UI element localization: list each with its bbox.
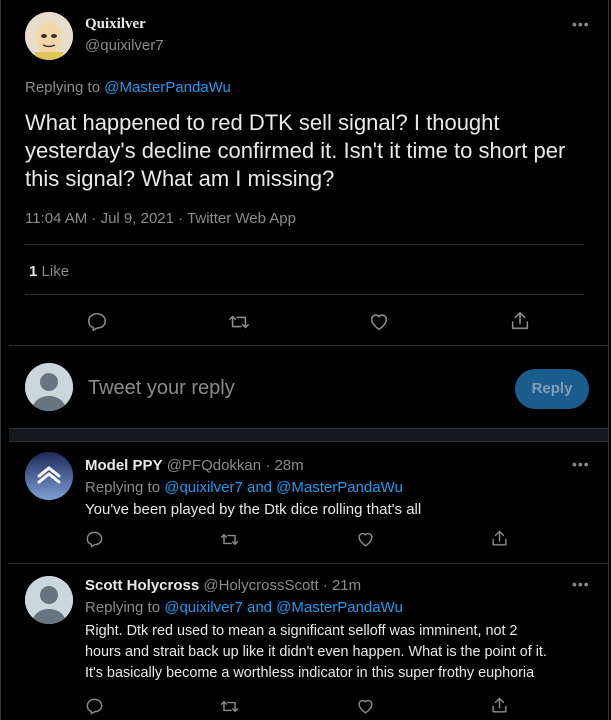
reply-header: Scott Holycross @HolycrossScott · 21m (85, 577, 361, 594)
like-icon[interactable] (356, 530, 375, 549)
composer-avatar (25, 363, 73, 411)
divider (9, 563, 608, 564)
avatar[interactable] (25, 452, 73, 500)
avatar[interactable] (25, 576, 73, 624)
author-handle[interactable]: @quixilver7 (85, 37, 164, 54)
retweet-icon[interactable] (219, 697, 240, 716)
reply-icon[interactable] (85, 530, 104, 549)
tweet-timestamp[interactable]: 11:04 AM · Jul 9, 2021 · Twitter Web App (25, 210, 296, 227)
replying-to-line: Replying to @MasterPandaWu (25, 79, 231, 96)
replying-prefix: Replying to (25, 79, 101, 96)
replying-prefix: Replying to (85, 599, 161, 616)
more-options-icon[interactable]: ••• (572, 16, 590, 32)
divider (25, 244, 584, 245)
author-name[interactable]: Quixilver (85, 16, 146, 33)
avatar-image (25, 576, 73, 624)
reply-header: Model PPY @PFQdokkan · 28m (85, 457, 304, 474)
replying-to-line: Replying to @quixilver7 and @MasterPanda… (85, 479, 403, 496)
section-separator (9, 428, 608, 442)
reply-text-line: Right. Dtk red used to mean a significan… (85, 623, 518, 639)
replying-to-link[interactable]: @MasterPandaWu (104, 79, 231, 96)
more-options-icon[interactable]: ••• (572, 456, 590, 472)
avatar[interactable] (25, 12, 73, 60)
replying-to-line: Replying to @quixilver7 and @MasterPanda… (85, 599, 403, 616)
retweet-icon[interactable] (227, 311, 251, 333)
share-icon[interactable] (490, 529, 509, 548)
retweet-icon[interactable] (219, 530, 240, 549)
like-icon[interactable] (368, 311, 390, 333)
share-icon[interactable] (490, 696, 509, 715)
divider (25, 294, 584, 295)
reply-icon[interactable] (85, 697, 104, 716)
likes-count: 1 (29, 263, 38, 280)
reply-text: Right. Dtk red used to mean a significan… (85, 621, 547, 684)
reply-text-line: It's basically become a worthless indica… (85, 665, 535, 681)
likes-label: Like (41, 263, 70, 280)
tweet-thread: Quixilver @quixilver7 ••• Replying to @M… (0, 0, 609, 720)
share-icon[interactable] (509, 310, 531, 332)
divider (9, 345, 608, 346)
reply-text: You've been played by the Dtk dice rolli… (85, 501, 422, 518)
replying-to-link[interactable]: @quixilver7 and @MasterPandaWu (164, 599, 403, 616)
author-name[interactable]: Scott Holycross (85, 577, 199, 594)
reply-text-line: hours and strait back up like it didn't … (85, 644, 547, 660)
author-name[interactable]: Model PPY (85, 457, 163, 474)
avatar-image (25, 12, 73, 60)
tweet-text: What happened to red DTK sell signal? I … (25, 110, 566, 191)
avatar-image (25, 452, 73, 500)
author-handle-time[interactable]: @HolycrossScott · 21m (203, 577, 361, 594)
author-handle-time[interactable]: @PFQdokkan · 28m (167, 457, 304, 474)
like-icon[interactable] (356, 697, 375, 716)
likes-stat[interactable]: 1 Like (29, 263, 69, 280)
reply-button[interactable]: Reply (515, 369, 589, 409)
replying-to-link[interactable]: @quixilver7 and @MasterPandaWu (164, 479, 403, 496)
reply-icon[interactable] (86, 311, 108, 333)
reply-input[interactable]: Tweet your reply (88, 377, 488, 400)
replying-prefix: Replying to (85, 479, 161, 496)
more-options-icon[interactable]: ••• (572, 576, 590, 592)
